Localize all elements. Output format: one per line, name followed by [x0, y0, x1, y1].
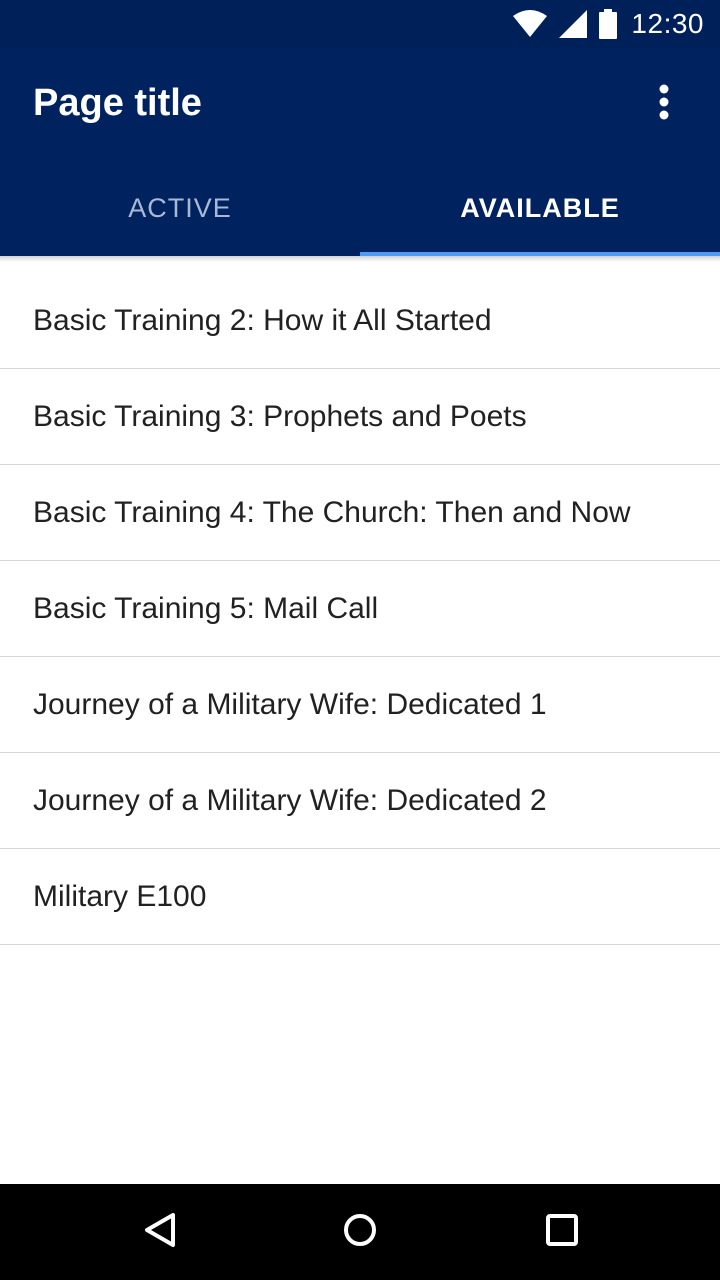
recents-icon — [545, 1213, 579, 1252]
list-item-label: Journey of a Military Wife: Dedicated 2 — [33, 783, 547, 817]
app-bar-shadow — [0, 256, 720, 262]
list-item-label: Basic Training 2: How it All Started — [33, 304, 492, 337]
list-item-label: Basic Training 5: Mail Call — [33, 591, 379, 625]
tab-active-label: ACTIVE — [128, 192, 232, 223]
status-time: 12:30 — [631, 8, 704, 39]
home-button[interactable] — [336, 1208, 384, 1256]
tab-active[interactable]: ACTIVE — [0, 160, 360, 256]
app-bar: Page title — [0, 48, 720, 160]
list-item[interactable]: Military E100 — [0, 849, 720, 945]
tab-bar: ACTIVE AVAILABLE — [0, 160, 720, 256]
list-item[interactable]: Basic Training 5: Mail Call — [0, 561, 720, 657]
wifi-icon — [513, 10, 548, 38]
list-item-label: Basic Training 3: Prophets and Poets — [33, 399, 527, 433]
tab-available-label: AVAILABLE — [460, 192, 620, 223]
more-vert-icon — [659, 84, 669, 125]
list-item-label: Military E100 — [33, 879, 207, 913]
status-bar: 12:30 — [0, 0, 720, 48]
list-item[interactable]: Journey of a Military Wife: Dedicated 2 — [0, 753, 720, 849]
course-list: Basic Training 2: How it All Started Bas… — [0, 256, 720, 945]
list-item-label: Basic Training 4: The Church: Then and N… — [33, 495, 631, 529]
list-item[interactable]: Basic Training 3: Prophets and Poets — [0, 369, 720, 465]
home-icon — [342, 1212, 378, 1253]
tab-available[interactable]: AVAILABLE — [360, 160, 720, 256]
overflow-menu-button[interactable] — [640, 78, 688, 130]
back-button[interactable] — [136, 1208, 184, 1256]
battery-icon — [599, 9, 618, 39]
list-item[interactable]: Journey of a Military Wife: Dedicated 1 — [0, 657, 720, 753]
list-item[interactable]: Basic Training 2: How it All Started — [0, 256, 720, 369]
back-icon — [143, 1212, 177, 1253]
system-nav-bar — [0, 1184, 720, 1280]
cell-signal-icon — [559, 10, 588, 38]
list-item-label: Journey of a Military Wife: Dedicated 1 — [33, 687, 547, 721]
page-title: Page title — [33, 82, 202, 124]
recents-button[interactable] — [538, 1208, 586, 1256]
list-item[interactable]: Basic Training 4: The Church: Then and N… — [0, 465, 720, 561]
